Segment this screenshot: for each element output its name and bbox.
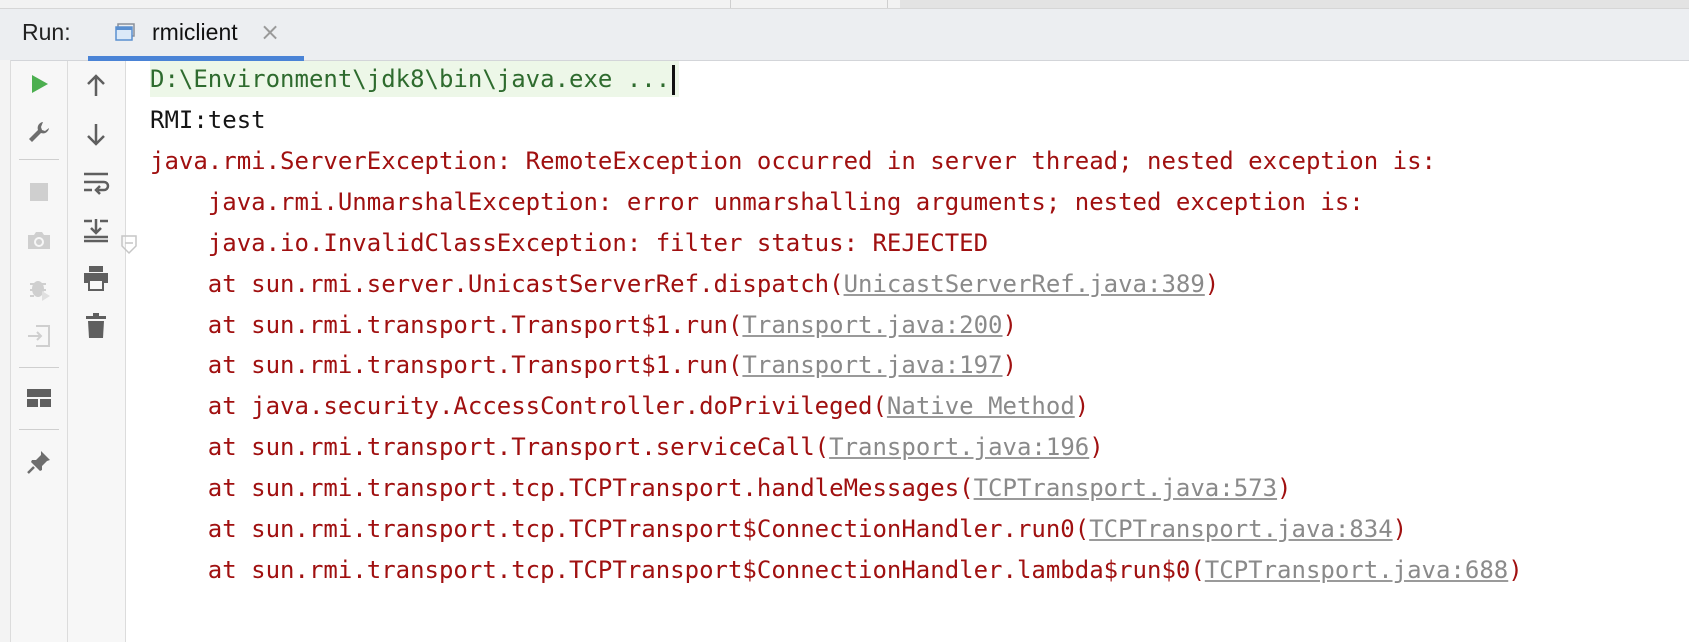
stack-frame-suffix: )	[1002, 351, 1017, 379]
run-label: Run:	[22, 19, 71, 45]
stacktrace-line: at sun.rmi.transport.Transport.serviceCa…	[150, 429, 1104, 465]
stack-frame-text: at java.security.AccessController.doPriv…	[150, 392, 887, 420]
stacktrace-line: java.rmi.ServerException: RemoteExceptio…	[150, 143, 1436, 179]
console-text: java.rmi.UnmarshalException: error unmar…	[150, 188, 1364, 216]
console-toolbar	[68, 61, 126, 642]
run-toolbar	[11, 61, 68, 642]
console-text: java.rmi.ServerException: RemoteExceptio…	[150, 147, 1436, 175]
stacktrace-line: at sun.rmi.transport.Transport$1.run(Tra…	[150, 347, 1017, 383]
stack-frame-suffix: )	[1508, 556, 1523, 584]
output-line: RMI:test	[150, 102, 266, 138]
stacktrace-line: at sun.rmi.transport.tcp.TCPTransport.ha…	[150, 470, 1292, 506]
toolbar-separator	[19, 367, 59, 368]
stacktrace-line: at sun.rmi.transport.tcp.TCPTransport$Co…	[150, 511, 1407, 547]
stacktrace-line: at sun.rmi.server.UnicastServerRef.dispa…	[150, 266, 1219, 302]
stack-frame-text: at sun.rmi.server.UnicastServerRef.dispa…	[150, 270, 844, 298]
stack-frame-suffix: )	[1074, 392, 1090, 420]
stack-frame-text: at sun.rmi.transport.Transport$1.run(	[150, 311, 743, 339]
console-window-icon	[115, 23, 135, 41]
stack-frame-suffix: )	[1089, 433, 1104, 461]
arrow-up-icon[interactable]	[79, 69, 113, 103]
source-link[interactable]: TCPTransport.java:573	[974, 474, 1277, 502]
fold-icon[interactable]	[120, 234, 138, 262]
source-link[interactable]: Transport.java:200	[742, 311, 1002, 339]
top-strip	[0, 0, 1689, 9]
source-link[interactable]: Native Method	[887, 392, 1075, 420]
source-link[interactable]: Transport.java:197	[742, 351, 1002, 379]
print-icon[interactable]	[79, 261, 113, 295]
pin-icon[interactable]	[22, 445, 56, 479]
soft-wrap-icon[interactable]	[79, 165, 113, 199]
toolbar-separator	[19, 159, 59, 160]
stack-frame-text: at sun.rmi.transport.tcp.TCPTransport$Co…	[150, 556, 1205, 584]
toolbar-separator	[19, 429, 59, 430]
stack-frame-suffix: )	[1392, 515, 1408, 543]
run-tool-window-header: Run: rmiclient ×	[0, 9, 1689, 61]
scroll-to-end-icon[interactable]	[79, 213, 113, 247]
stack-frame-text: at sun.rmi.transport.tcp.TCPTransport.ha…	[150, 474, 974, 502]
command-line: D:\Environment\jdk8\bin\java.exe ...	[150, 61, 680, 97]
source-link[interactable]: TCPTransport.java:688	[1205, 556, 1508, 584]
stack-frame-suffix: )	[1204, 270, 1220, 298]
stack-frame-text: at sun.rmi.transport.tcp.TCPTransport$Co…	[150, 515, 1090, 543]
close-icon[interactable]: ×	[260, 18, 280, 46]
layout-icon[interactable]	[22, 381, 56, 415]
stack-frame-text: at sun.rmi.transport.Transport$1.run(	[150, 351, 743, 379]
tab-label: rmiclient	[152, 19, 238, 45]
bug-icon[interactable]	[22, 271, 56, 305]
stacktrace-line: java.io.InvalidClassException: filter st…	[150, 225, 988, 261]
rerun-icon[interactable]	[22, 67, 56, 101]
trash-icon[interactable]	[79, 309, 113, 343]
stacktrace-line: at java.security.AccessController.doPriv…	[150, 388, 1089, 424]
stack-frame-text: at sun.rmi.transport.Transport.serviceCa…	[150, 433, 830, 461]
source-link[interactable]: TCPTransport.java:834	[1089, 515, 1392, 543]
left-edge	[0, 60, 11, 642]
source-link[interactable]: UnicastServerRef.java:389	[844, 270, 1205, 298]
stop-icon[interactable]	[22, 175, 56, 209]
console-text: RMI:test	[150, 106, 266, 134]
stacktrace-line: java.rmi.UnmarshalException: error unmar…	[150, 184, 1364, 220]
stack-frame-suffix: )	[1002, 311, 1017, 339]
stacktrace-line: at sun.rmi.transport.tcp.TCPTransport$Co…	[150, 552, 1523, 588]
stack-frame-suffix: )	[1277, 474, 1292, 502]
console-text: java.io.InvalidClassException: filter st…	[150, 229, 989, 257]
stacktrace-line: at sun.rmi.transport.Transport$1.run(Tra…	[150, 307, 1017, 343]
tab-rmiclient[interactable]: rmiclient ×	[88, 9, 304, 61]
camera-icon[interactable]	[22, 223, 56, 257]
login-icon[interactable]	[22, 319, 56, 353]
wrench-icon[interactable]	[22, 115, 56, 149]
console-output[interactable]: D:\Environment\jdk8\bin\java.exe ... RMI…	[121, 61, 1689, 642]
source-link[interactable]: Transport.java:196	[829, 433, 1089, 461]
text-caret	[672, 65, 676, 95]
arrow-down-icon[interactable]	[79, 117, 113, 151]
